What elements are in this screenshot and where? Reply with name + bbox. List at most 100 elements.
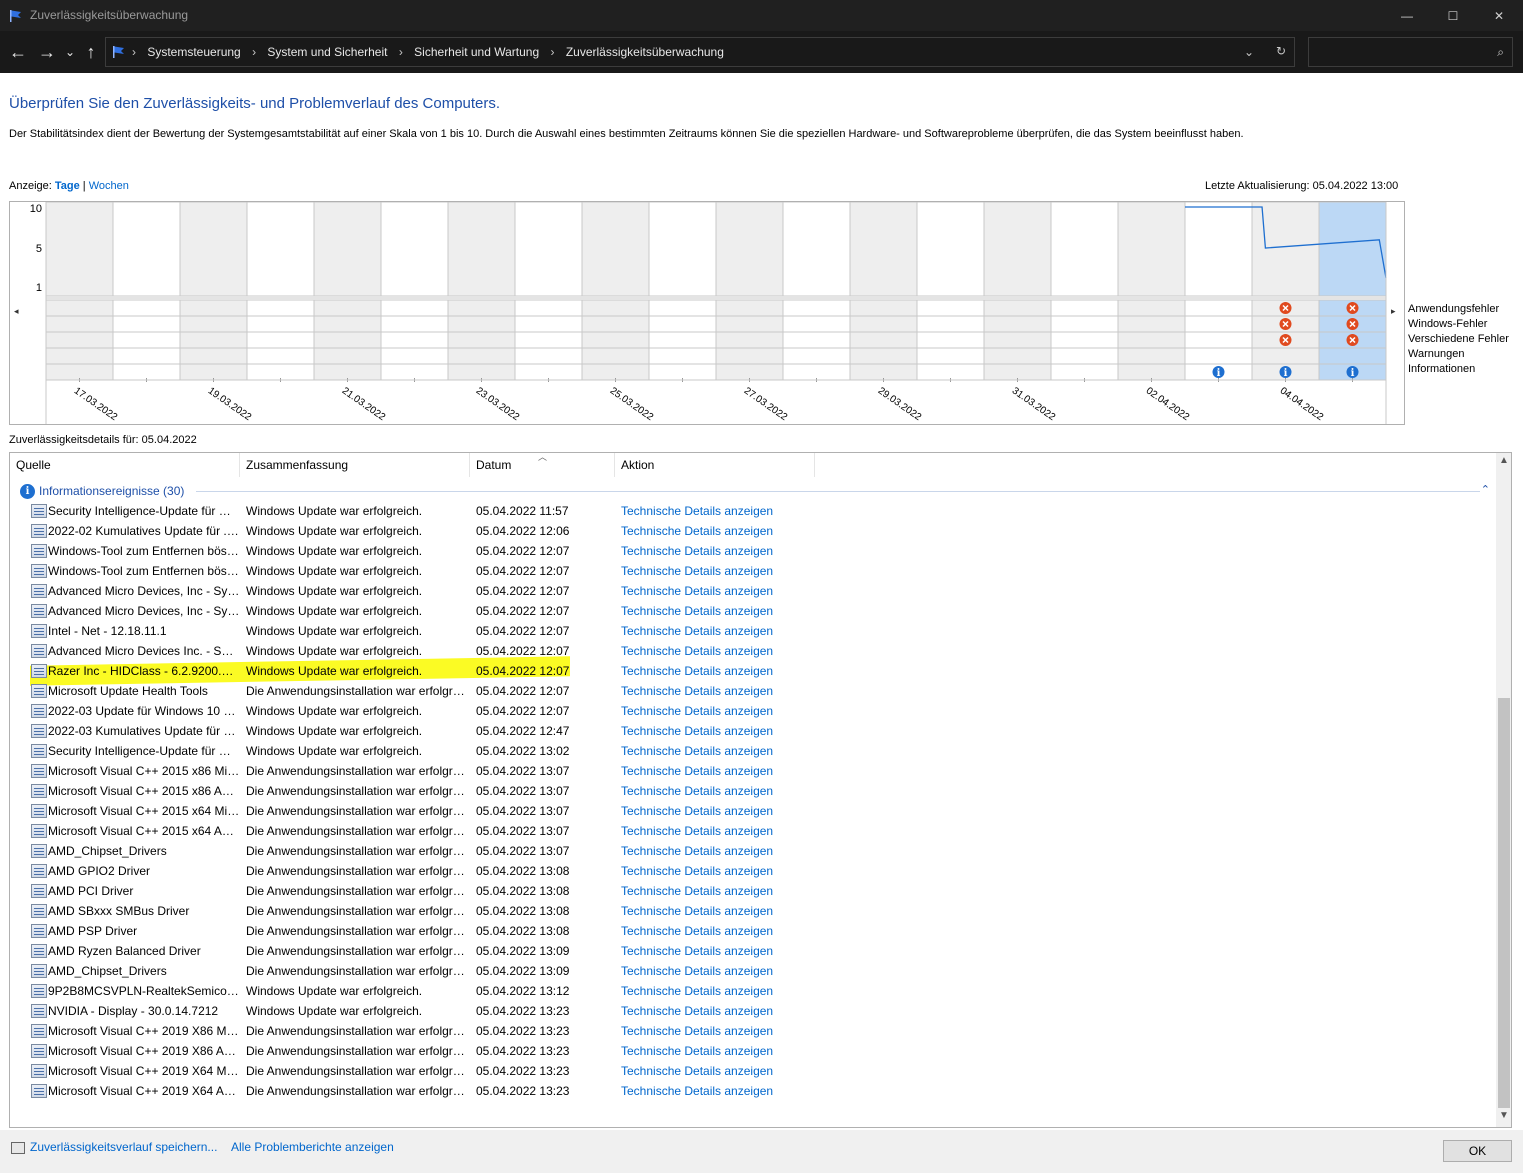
event-grid-cell[interactable] <box>916 331 985 349</box>
event-grid-cell[interactable] <box>179 315 248 333</box>
table-row[interactable]: Advanced Micro Devices, Inc - System Wind… <box>10 581 1495 601</box>
event-grid-cell[interactable] <box>715 315 784 333</box>
close-button[interactable]: ✕ <box>1476 0 1522 31</box>
table-row[interactable]: NVIDIA - Display - 30.0.14.7212 Windows U… <box>10 1001 1495 1021</box>
row-action-link[interactable]: Technische Details anzeigen <box>621 724 821 738</box>
event-grid-cell[interactable] <box>916 363 985 381</box>
chart-column[interactable] <box>514 202 583 297</box>
event-grid-cell[interactable] <box>916 299 985 317</box>
column-header-source[interactable]: Quelle <box>10 453 240 477</box>
breadcrumb-sicherheit-und-wartung[interactable]: Sicherheit und Wartung <box>414 45 539 59</box>
chart-column[interactable] <box>648 202 717 297</box>
row-action-link[interactable]: Technische Details anzeigen <box>621 1084 821 1098</box>
search-input[interactable]: ⌕ <box>1308 37 1513 67</box>
event-grid-cell[interactable] <box>983 331 1052 349</box>
event-grid-cell[interactable] <box>1117 347 1186 365</box>
view-weeks-link[interactable]: Wochen <box>89 180 129 192</box>
table-row[interactable]: Microsoft Visual C++ 2019 X64 Additional… <box>10 1081 1495 1101</box>
event-grid-cell[interactable] <box>313 299 382 317</box>
event-grid-cell[interactable] <box>648 331 717 349</box>
table-row[interactable]: Advanced Micro Devices Inc. - SecurityDe… <box>10 641 1495 661</box>
event-grid-cell[interactable] <box>380 299 449 317</box>
table-row[interactable]: Microsoft Visual C++ 2015 x86 Minimum Ru… <box>10 761 1495 781</box>
event-grid-cell[interactable] <box>246 363 315 381</box>
chart-column[interactable] <box>1318 202 1387 297</box>
event-grid-cell[interactable] <box>715 331 784 349</box>
table-row[interactable]: Microsoft Visual C++ 2019 X86 Additional… <box>10 1041 1495 1061</box>
event-grid-cell[interactable] <box>715 363 784 381</box>
chart-column[interactable] <box>782 202 851 297</box>
row-action-link[interactable]: Technische Details anzeigen <box>621 504 821 518</box>
event-grid-cell[interactable] <box>782 315 851 333</box>
event-grid-cell[interactable] <box>1050 315 1119 333</box>
chart-column[interactable] <box>179 202 248 297</box>
row-action-link[interactable]: Technische Details anzeigen <box>621 944 821 958</box>
event-grid-cell[interactable] <box>849 363 918 381</box>
event-grid-cell[interactable] <box>447 347 516 365</box>
row-action-link[interactable]: Technische Details anzeigen <box>621 924 821 938</box>
event-grid-cell[interactable] <box>1251 347 1320 365</box>
chart-column[interactable] <box>1184 202 1253 297</box>
table-row[interactable]: AMD SBxxx SMBus Driver Die Anwendungsinst… <box>10 901 1495 921</box>
breadcrumb-zuverlaessigkeitsueberwachung[interactable]: Zuverlässigkeitsüberwachung <box>566 45 724 59</box>
breadcrumb-systemsteuerung[interactable]: Systemsteuerung <box>147 45 240 59</box>
row-action-link[interactable]: Technische Details anzeigen <box>621 824 821 838</box>
table-row[interactable]: Security Intelligence-Update für Microso… <box>10 501 1495 521</box>
row-action-link[interactable]: Technische Details anzeigen <box>621 604 821 618</box>
row-action-link[interactable]: Technische Details anzeigen <box>621 564 821 578</box>
row-action-link[interactable]: Technische Details anzeigen <box>621 984 821 998</box>
row-action-link[interactable]: Technische Details anzeigen <box>621 804 821 818</box>
event-grid-cell[interactable] <box>380 331 449 349</box>
chart-column[interactable] <box>447 202 516 297</box>
event-grid-cell[interactable] <box>1050 347 1119 365</box>
event-grid-cell[interactable] <box>916 347 985 365</box>
row-action-link[interactable]: Technische Details anzeigen <box>621 764 821 778</box>
row-action-link[interactable]: Technische Details anzeigen <box>621 1044 821 1058</box>
table-row[interactable]: Microsoft Visual C++ 2019 X64 Minimum Ru… <box>10 1061 1495 1081</box>
address-dropdown-icon[interactable]: ⌄ <box>1244 45 1254 59</box>
event-grid-cell[interactable] <box>313 347 382 365</box>
ok-button[interactable]: OK <box>1443 1140 1512 1162</box>
chart-column[interactable] <box>246 202 315 297</box>
row-action-link[interactable]: Technische Details anzeigen <box>621 1004 821 1018</box>
row-action-link[interactable]: Technische Details anzeigen <box>621 904 821 918</box>
event-grid-cell[interactable] <box>648 299 717 317</box>
row-action-link[interactable]: Technische Details anzeigen <box>621 964 821 978</box>
event-grid-cell[interactable] <box>1050 331 1119 349</box>
event-grid-cell[interactable] <box>1050 299 1119 317</box>
address-bar[interactable]: › Systemsteuerung › System und Sicherhei… <box>105 37 1295 67</box>
chart-column[interactable] <box>983 202 1052 297</box>
all-reports-link[interactable]: Alle Problemberichte anzeigen <box>231 1140 394 1154</box>
table-row[interactable]: Advanced Micro Devices, Inc - System Wind… <box>10 601 1495 621</box>
event-grid-cell[interactable] <box>1184 331 1253 349</box>
table-row[interactable]: Microsoft Update Health Tools Die Anwendu… <box>10 681 1495 701</box>
event-grid-cell[interactable] <box>782 363 851 381</box>
event-grid-cell[interactable] <box>112 331 181 349</box>
event-grid-cell[interactable] <box>715 347 784 365</box>
event-grid-cell[interactable] <box>313 363 382 381</box>
event-grid-cell[interactable] <box>112 347 181 365</box>
table-row[interactable]: AMD_Chipset_Drivers Die Anwendungsinstall… <box>10 961 1495 981</box>
search-icon[interactable]: ⌕ <box>1497 45 1504 60</box>
event-grid-cell[interactable] <box>447 363 516 381</box>
table-row[interactable]: Intel - Net - 12.18.11.1 Windows Update w… <box>10 621 1495 641</box>
event-grid-cell[interactable] <box>581 363 650 381</box>
event-grid-cell[interactable] <box>112 299 181 317</box>
row-action-link[interactable]: Technische Details anzeigen <box>621 544 821 558</box>
event-grid-cell[interactable] <box>983 315 1052 333</box>
event-grid-cell[interactable] <box>1184 299 1253 317</box>
scroll-down-icon[interactable]: ▼ <box>1499 1110 1509 1121</box>
event-grid-cell[interactable] <box>246 315 315 333</box>
recent-locations-button[interactable]: ⌄ <box>62 39 78 65</box>
chart-column[interactable] <box>715 202 784 297</box>
vertical-scrollbar[interactable]: ▲ ▼ <box>1496 453 1511 1127</box>
event-grid-cell[interactable] <box>514 315 583 333</box>
event-grid-cell[interactable] <box>313 331 382 349</box>
row-action-link[interactable]: Technische Details anzeigen <box>621 644 821 658</box>
event-grid-cell[interactable] <box>1184 347 1253 365</box>
chart-column[interactable] <box>1251 202 1320 297</box>
event-grid-cell[interactable] <box>447 299 516 317</box>
event-grid-cell[interactable] <box>581 299 650 317</box>
event-grid-cell[interactable] <box>1117 299 1186 317</box>
view-days-link[interactable]: Tage <box>55 180 80 192</box>
